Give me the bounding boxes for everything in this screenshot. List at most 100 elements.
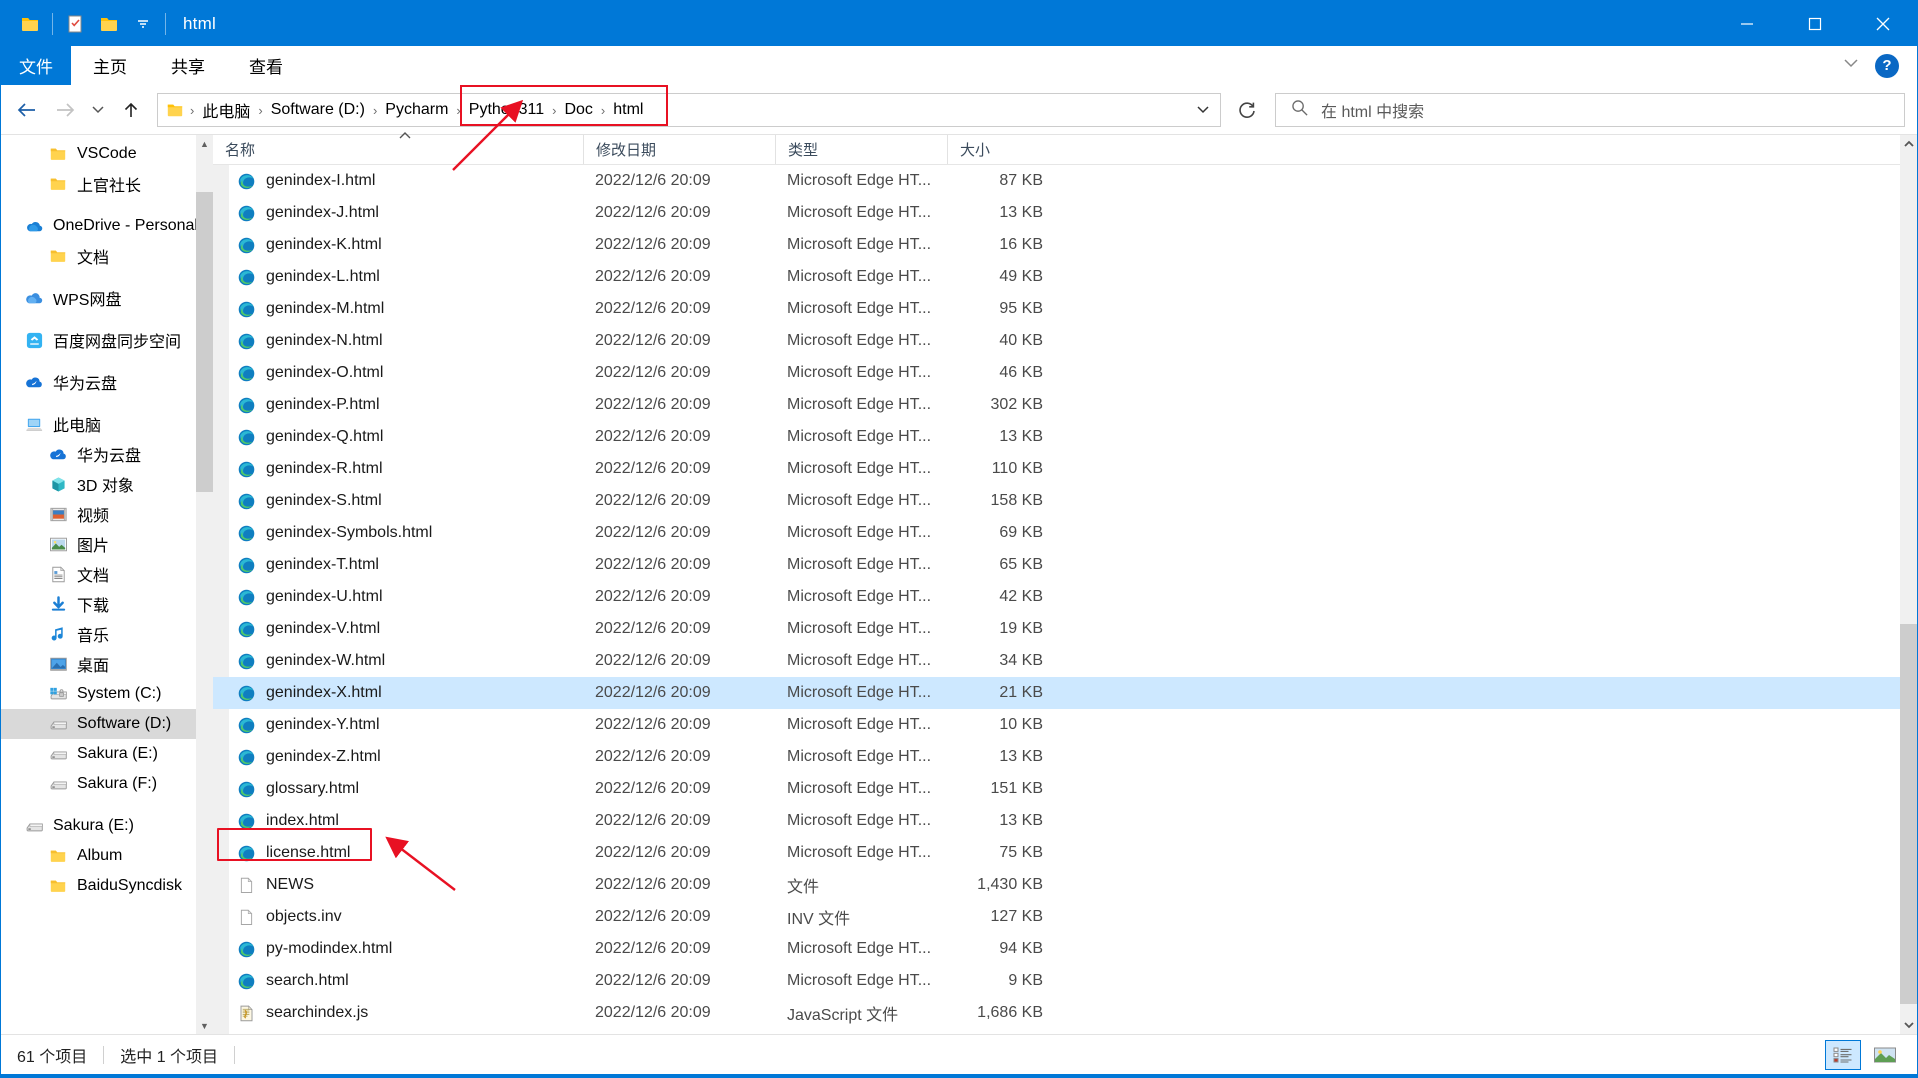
sidebar-item-3d[interactable]: 3D 对象 (1, 469, 213, 499)
breadcrumb-item-software-d[interactable]: Software (D:) (265, 95, 371, 125)
sidebar-item-[interactable]: 桌面 (1, 649, 213, 679)
nav-scroll-up-arrow-icon[interactable]: ▲ (196, 135, 213, 152)
sidebar-item-vscode[interactable]: VSCode (1, 139, 213, 169)
sidebar-item-sakura-e[interactable]: Sakura (E:) (1, 811, 213, 841)
breadcrumb-item-html[interactable]: html (607, 95, 649, 125)
sidebar-item-wps[interactable]: WPS网盘 (1, 283, 213, 313)
table-row[interactable]: genindex-Symbols.html 2022/12/6 20:09 Micr… (213, 517, 1900, 549)
table-row[interactable]: genindex-N.html 2022/12/6 20:09 Microsoft … (213, 325, 1900, 357)
table-row[interactable]: genindex-X.html 2022/12/6 20:09 Microsoft … (213, 677, 1900, 709)
sidebar-item-[interactable]: 文档 (1, 241, 213, 271)
breadcrumb-separator-2[interactable]: › (371, 103, 379, 118)
breadcrumb-separator-3[interactable]: › (454, 103, 462, 118)
table-row[interactable]: genindex-K.html 2022/12/6 20:09 Microsoft … (213, 229, 1900, 261)
table-row[interactable]: genindex-J.html 2022/12/6 20:09 Microsoft … (213, 197, 1900, 229)
breadcrumb-separator-5[interactable]: › (599, 103, 607, 118)
navigation-pane-scrollbar[interactable]: ▲ ▼ (196, 135, 213, 1034)
table-row[interactable]: genindex-Y.html 2022/12/6 20:09 Microsoft … (213, 709, 1900, 741)
refresh-button[interactable] (1225, 93, 1269, 127)
address-bar[interactable]: › 此电脑 › Software (D:) › Pycharm › Python… (157, 85, 1221, 127)
table-row[interactable]: searchindex.js 2022/12/6 20:09 JavaScript … (213, 997, 1900, 1029)
table-row[interactable]: genindex-R.html 2022/12/6 20:09 Microsoft … (213, 453, 1900, 485)
table-row[interactable]: genindex-V.html 2022/12/6 20:09 Microsoft … (213, 613, 1900, 645)
table-row[interactable]: genindex-U.html 2022/12/6 20:09 Microsoft … (213, 581, 1900, 613)
sidebar-item-[interactable]: 图片 (1, 529, 213, 559)
breadcrumb-folder-icon[interactable] (164, 101, 188, 119)
scroll-track[interactable] (1900, 152, 1917, 1017)
maximize-button[interactable] (1781, 1, 1849, 46)
sidebar-item-system-c[interactable]: System (C:) (1, 679, 213, 709)
sidebar-item-sakura-f[interactable]: Sakura (F:) (1, 769, 213, 799)
breadcrumb-separator-4[interactable]: › (550, 103, 558, 118)
file-list-scrollbar[interactable] (1900, 135, 1917, 1034)
table-row[interactable]: genindex-W.html 2022/12/6 20:09 Microsoft … (213, 645, 1900, 677)
breadcrumb-item-this-pc[interactable]: 此电脑 (196, 95, 256, 125)
forward-button[interactable] (47, 93, 83, 127)
tab-home[interactable]: 主页 (71, 46, 149, 85)
sidebar-item-onedrive-personal[interactable]: OneDrive - Personal (1, 211, 213, 241)
breadcrumb-separator-0[interactable]: › (188, 103, 196, 118)
table-row[interactable]: NEWS 2022/12/6 20:09 文件 1,430 KB (213, 869, 1900, 901)
expand-ribbon-chevron-down-icon[interactable] (1841, 56, 1861, 75)
table-row[interactable]: genindex-I.html 2022/12/6 20:09 Microsoft … (213, 165, 1900, 197)
column-header-date[interactable]: 修改日期 (583, 135, 775, 164)
table-row[interactable]: genindex-Z.html 2022/12/6 20:09 Microsoft … (213, 741, 1900, 773)
table-row[interactable]: license.html 2022/12/6 20:09 Microsoft Edg… (213, 837, 1900, 869)
table-row[interactable]: genindex-S.html 2022/12/6 20:09 Microsoft … (213, 485, 1900, 517)
column-header-name[interactable]: 名称 (213, 132, 583, 164)
sidebar-item-[interactable]: 华为云盘 (1, 367, 213, 397)
column-header-size[interactable]: 大小 (947, 135, 1055, 164)
chevron-down-icon[interactable] (126, 7, 160, 41)
table-row[interactable]: genindex-P.html 2022/12/6 20:09 Microsoft … (213, 389, 1900, 421)
search-box[interactable]: 在 html 中搜索 (1275, 93, 1905, 127)
up-button[interactable] (113, 93, 149, 127)
table-row[interactable]: objects.inv 2022/12/6 20:09 INV 文件 127 KB (213, 901, 1900, 933)
column-header-type[interactable]: 类型 (775, 135, 947, 164)
breadcrumb-item-pycharm[interactable]: Pycharm (379, 95, 454, 125)
minimize-button[interactable] (1713, 1, 1781, 46)
table-row[interactable]: genindex-Q.html 2022/12/6 20:09 Microsoft … (213, 421, 1900, 453)
table-row[interactable]: glossary.html 2022/12/6 20:09 Microsoft Ed… (213, 773, 1900, 805)
table-row[interactable]: py-modindex.html 2022/12/6 20:09 Microsoft… (213, 933, 1900, 965)
close-button[interactable] (1849, 1, 1917, 46)
breadcrumb-item-doc[interactable]: Doc (558, 95, 598, 125)
sidebar-item-[interactable]: 音乐 (1, 619, 213, 649)
tab-view[interactable]: 查看 (227, 46, 305, 85)
folder-icon[interactable] (13, 7, 47, 41)
sidebar-item-sakura-e[interactable]: Sakura (E:) (1, 739, 213, 769)
sidebar-item-[interactable]: 文档 (1, 559, 213, 589)
scroll-down-arrow-icon[interactable] (1900, 1017, 1917, 1034)
details-view-button[interactable] (1825, 1039, 1861, 1070)
sidebar-item-[interactable]: 百度网盘同步空间 (1, 325, 213, 355)
sidebar-item-album[interactable]: Album (1, 841, 213, 871)
table-row[interactable]: index.html 2022/12/6 20:09 Microsoft Edge … (213, 805, 1900, 837)
address-dropdown-chevron-down-icon[interactable] (1186, 94, 1220, 126)
table-row[interactable]: genindex-M.html 2022/12/6 20:09 Microsoft … (213, 293, 1900, 325)
sidebar-item-[interactable]: 上官社长 (1, 169, 213, 199)
sidebar-item-[interactable]: 视频 (1, 499, 213, 529)
scroll-up-arrow-icon[interactable] (1900, 135, 1917, 152)
sidebar-item-[interactable]: 下载 (1, 589, 213, 619)
sidebar-item-[interactable]: 华为云盘 (1, 439, 213, 469)
large-icons-view-button[interactable] (1867, 1040, 1903, 1070)
nav-scroll-down-arrow-icon[interactable]: ▼ (196, 1017, 213, 1034)
scroll-thumb[interactable] (1900, 624, 1917, 1004)
table-row[interactable]: genindex-L.html 2022/12/6 20:09 Microsoft … (213, 261, 1900, 293)
back-button[interactable] (9, 93, 45, 127)
tab-file[interactable]: 文件 (1, 46, 71, 85)
sidebar-item-baidusyncdisk[interactable]: BaiduSyncdisk (1, 871, 213, 901)
breadcrumb-item-python311[interactable]: Python311 (463, 95, 550, 125)
breadcrumb-separator-1[interactable]: › (256, 103, 264, 118)
properties-icon[interactable] (58, 7, 92, 41)
nav-scroll-thumb[interactable] (196, 192, 213, 492)
search-input[interactable]: 在 html 中搜索 (1321, 98, 1424, 122)
table-row[interactable]: genindex-T.html 2022/12/6 20:09 Microsoft … (213, 549, 1900, 581)
recent-locations-chevron-down-icon[interactable] (85, 93, 111, 127)
table-row[interactable]: genindex-O.html 2022/12/6 20:09 Microsoft … (213, 357, 1900, 389)
table-row[interactable]: search.html 2022/12/6 20:09 Microsoft Edge… (213, 965, 1900, 997)
sidebar-item-[interactable]: 此电脑 (1, 409, 213, 439)
nav-scroll-track[interactable] (196, 152, 213, 1017)
help-icon[interactable]: ? (1875, 53, 1899, 78)
sidebar-item-software-d[interactable]: Software (D:) (1, 709, 213, 739)
new-folder-icon[interactable] (92, 7, 126, 41)
